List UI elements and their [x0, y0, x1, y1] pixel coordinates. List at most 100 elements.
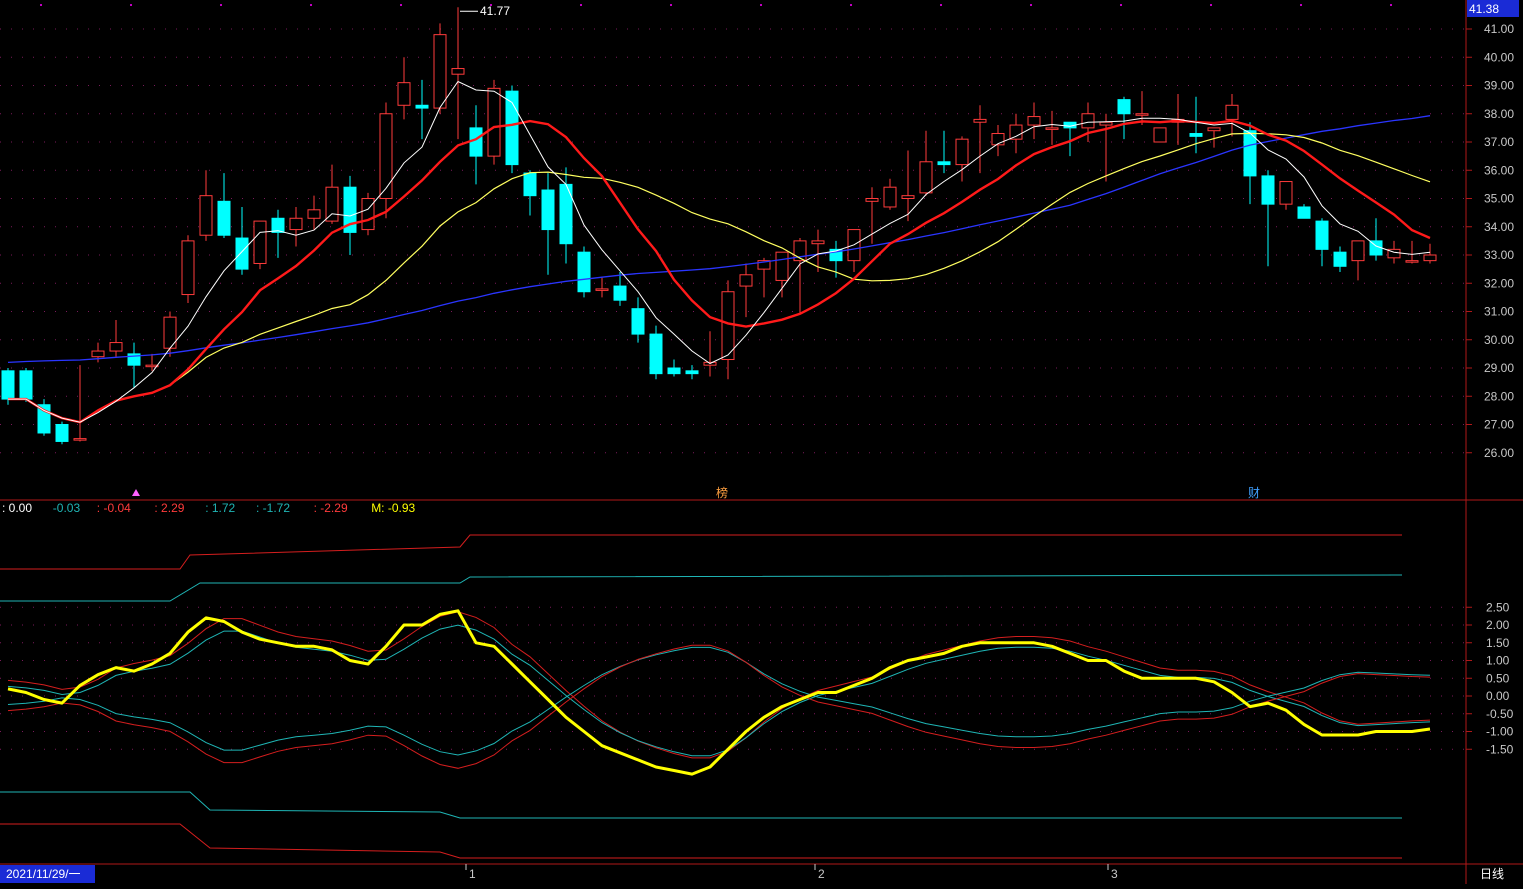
price-tick-label: 38.00: [1484, 107, 1514, 121]
price-tick-label: 35.00: [1484, 192, 1514, 206]
osc-upper-band-red: [0, 534, 1402, 570]
price-tick-label: 27.00: [1484, 418, 1514, 432]
candle-body[interactable]: [775, 251, 789, 281]
candle-body[interactable]: [1027, 116, 1041, 126]
month-label: 3: [1111, 867, 1118, 881]
month-label: 1: [469, 867, 476, 881]
candle-body[interactable]: [883, 186, 897, 208]
candle-body[interactable]: [307, 209, 321, 219]
candle-body[interactable]: [379, 113, 393, 199]
candle-body[interactable]: [937, 161, 951, 166]
price-tick-label: 39.00: [1484, 79, 1514, 93]
candle-body[interactable]: [487, 87, 501, 157]
candle-body[interactable]: [613, 285, 627, 301]
candle-body[interactable]: [721, 291, 735, 361]
price-tick-label: 41.00: [1484, 22, 1514, 36]
candle-body[interactable]: [1315, 220, 1329, 250]
osc-envelope-cyan-lower: [7, 646, 1431, 756]
candle-body[interactable]: [1423, 254, 1437, 262]
price-tick-label: 40.00: [1484, 50, 1514, 64]
osc-tick-label: -0.50: [1486, 707, 1514, 721]
candle-body[interactable]: [919, 161, 933, 194]
candle-body[interactable]: [595, 288, 609, 291]
osc-tick-label: 2.00: [1486, 618, 1510, 632]
osc-tick-label: 1.50: [1486, 636, 1510, 650]
price-tick-label: 34.00: [1484, 220, 1514, 234]
candle-body[interactable]: [253, 220, 267, 264]
candle-body[interactable]: [1135, 113, 1149, 116]
candle-body[interactable]: [523, 172, 537, 197]
candle-body[interactable]: [1153, 127, 1167, 143]
price-tick-label: 28.00: [1484, 389, 1514, 403]
osc-header-value: : 2.29: [154, 501, 184, 515]
top-marker-dot: [400, 4, 402, 6]
candle-body[interactable]: [541, 189, 555, 231]
candle-body[interactable]: [109, 342, 123, 352]
candle-body[interactable]: [811, 240, 825, 245]
candle-body[interactable]: [289, 217, 303, 231]
event-marker-bang: 榜: [716, 485, 728, 500]
candle-body[interactable]: [685, 370, 699, 375]
chart-canvas[interactable]: 41.00 40.00 39.00 38.00 37.00 36.00 35.00 34.00…: [0, 0, 1523, 884]
period-label: 日线: [1480, 867, 1504, 881]
price-tick-label: 36.00: [1484, 163, 1514, 177]
price-tick-label: 29.00: [1484, 361, 1514, 375]
candle-body[interactable]: [1333, 251, 1347, 267]
top-marker-dot: [40, 4, 42, 6]
candle-body[interactable]: [1207, 127, 1221, 132]
candle-body[interactable]: [469, 127, 483, 157]
candle-body[interactable]: [1, 370, 15, 400]
osc-tick-label: -1.00: [1486, 725, 1514, 739]
candle-body[interactable]: [1189, 133, 1203, 137]
candle-body[interactable]: [433, 34, 447, 109]
candle-body[interactable]: [217, 200, 231, 236]
candle-body[interactable]: [973, 118, 987, 123]
candle-body[interactable]: [1045, 127, 1059, 130]
osc-header-value: : -0.04: [97, 501, 131, 515]
candle-body[interactable]: [955, 138, 969, 166]
ma-blue-line: [7, 115, 1431, 364]
candle-body[interactable]: [1081, 113, 1095, 129]
candle-body[interactable]: [631, 308, 645, 335]
top-marker-dot: [130, 4, 132, 6]
candle-body[interactable]: [901, 195, 915, 200]
osc-tick-label: 0.00: [1486, 689, 1510, 703]
candle-body[interactable]: [451, 68, 465, 75]
candle-body[interactable]: [1099, 121, 1113, 126]
candle-body[interactable]: [991, 133, 1005, 146]
candle-body[interactable]: [1405, 260, 1419, 263]
candle-body[interactable]: [865, 198, 879, 202]
candle-body[interactable]: [73, 438, 87, 441]
osc-tick-label: 2.50: [1486, 600, 1510, 614]
current-price-label: 41.38: [1469, 2, 1499, 16]
candle-body[interactable]: [739, 274, 753, 287]
candle-body[interactable]: [397, 82, 411, 106]
candle-body[interactable]: [415, 104, 429, 109]
candle-body[interactable]: [1261, 175, 1275, 205]
top-marker-dot: [1210, 4, 1212, 6]
top-marker-dot: [310, 4, 312, 6]
candle-body[interactable]: [1297, 206, 1311, 219]
candle-body[interactable]: [1351, 240, 1365, 262]
candle-body[interactable]: [577, 251, 591, 293]
candles-group: [1, 7, 1437, 445]
candle-body[interactable]: [91, 350, 105, 358]
candle-body[interactable]: [1279, 181, 1293, 205]
candle-body[interactable]: [1117, 99, 1131, 115]
price-tick-label: 30.00: [1484, 333, 1514, 347]
candle-body[interactable]: [361, 198, 375, 231]
price-tick-label: 37.00: [1484, 135, 1514, 149]
candle-body[interactable]: [199, 195, 213, 236]
osc-envelope-cyan-upper: [7, 624, 1431, 757]
candle-body[interactable]: [19, 370, 33, 400]
price-tick-label: 31.00: [1484, 305, 1514, 319]
candle-body[interactable]: [649, 333, 663, 375]
candle-body[interactable]: [181, 240, 195, 296]
candle-body[interactable]: [55, 424, 69, 442]
candle-body[interactable]: [325, 186, 339, 222]
candle-body[interactable]: [1009, 124, 1023, 140]
candle-body[interactable]: [235, 237, 249, 270]
candle-body[interactable]: [1225, 104, 1239, 120]
candle-body[interactable]: [667, 367, 681, 375]
osc-envelope-red-lower: [7, 644, 1431, 769]
